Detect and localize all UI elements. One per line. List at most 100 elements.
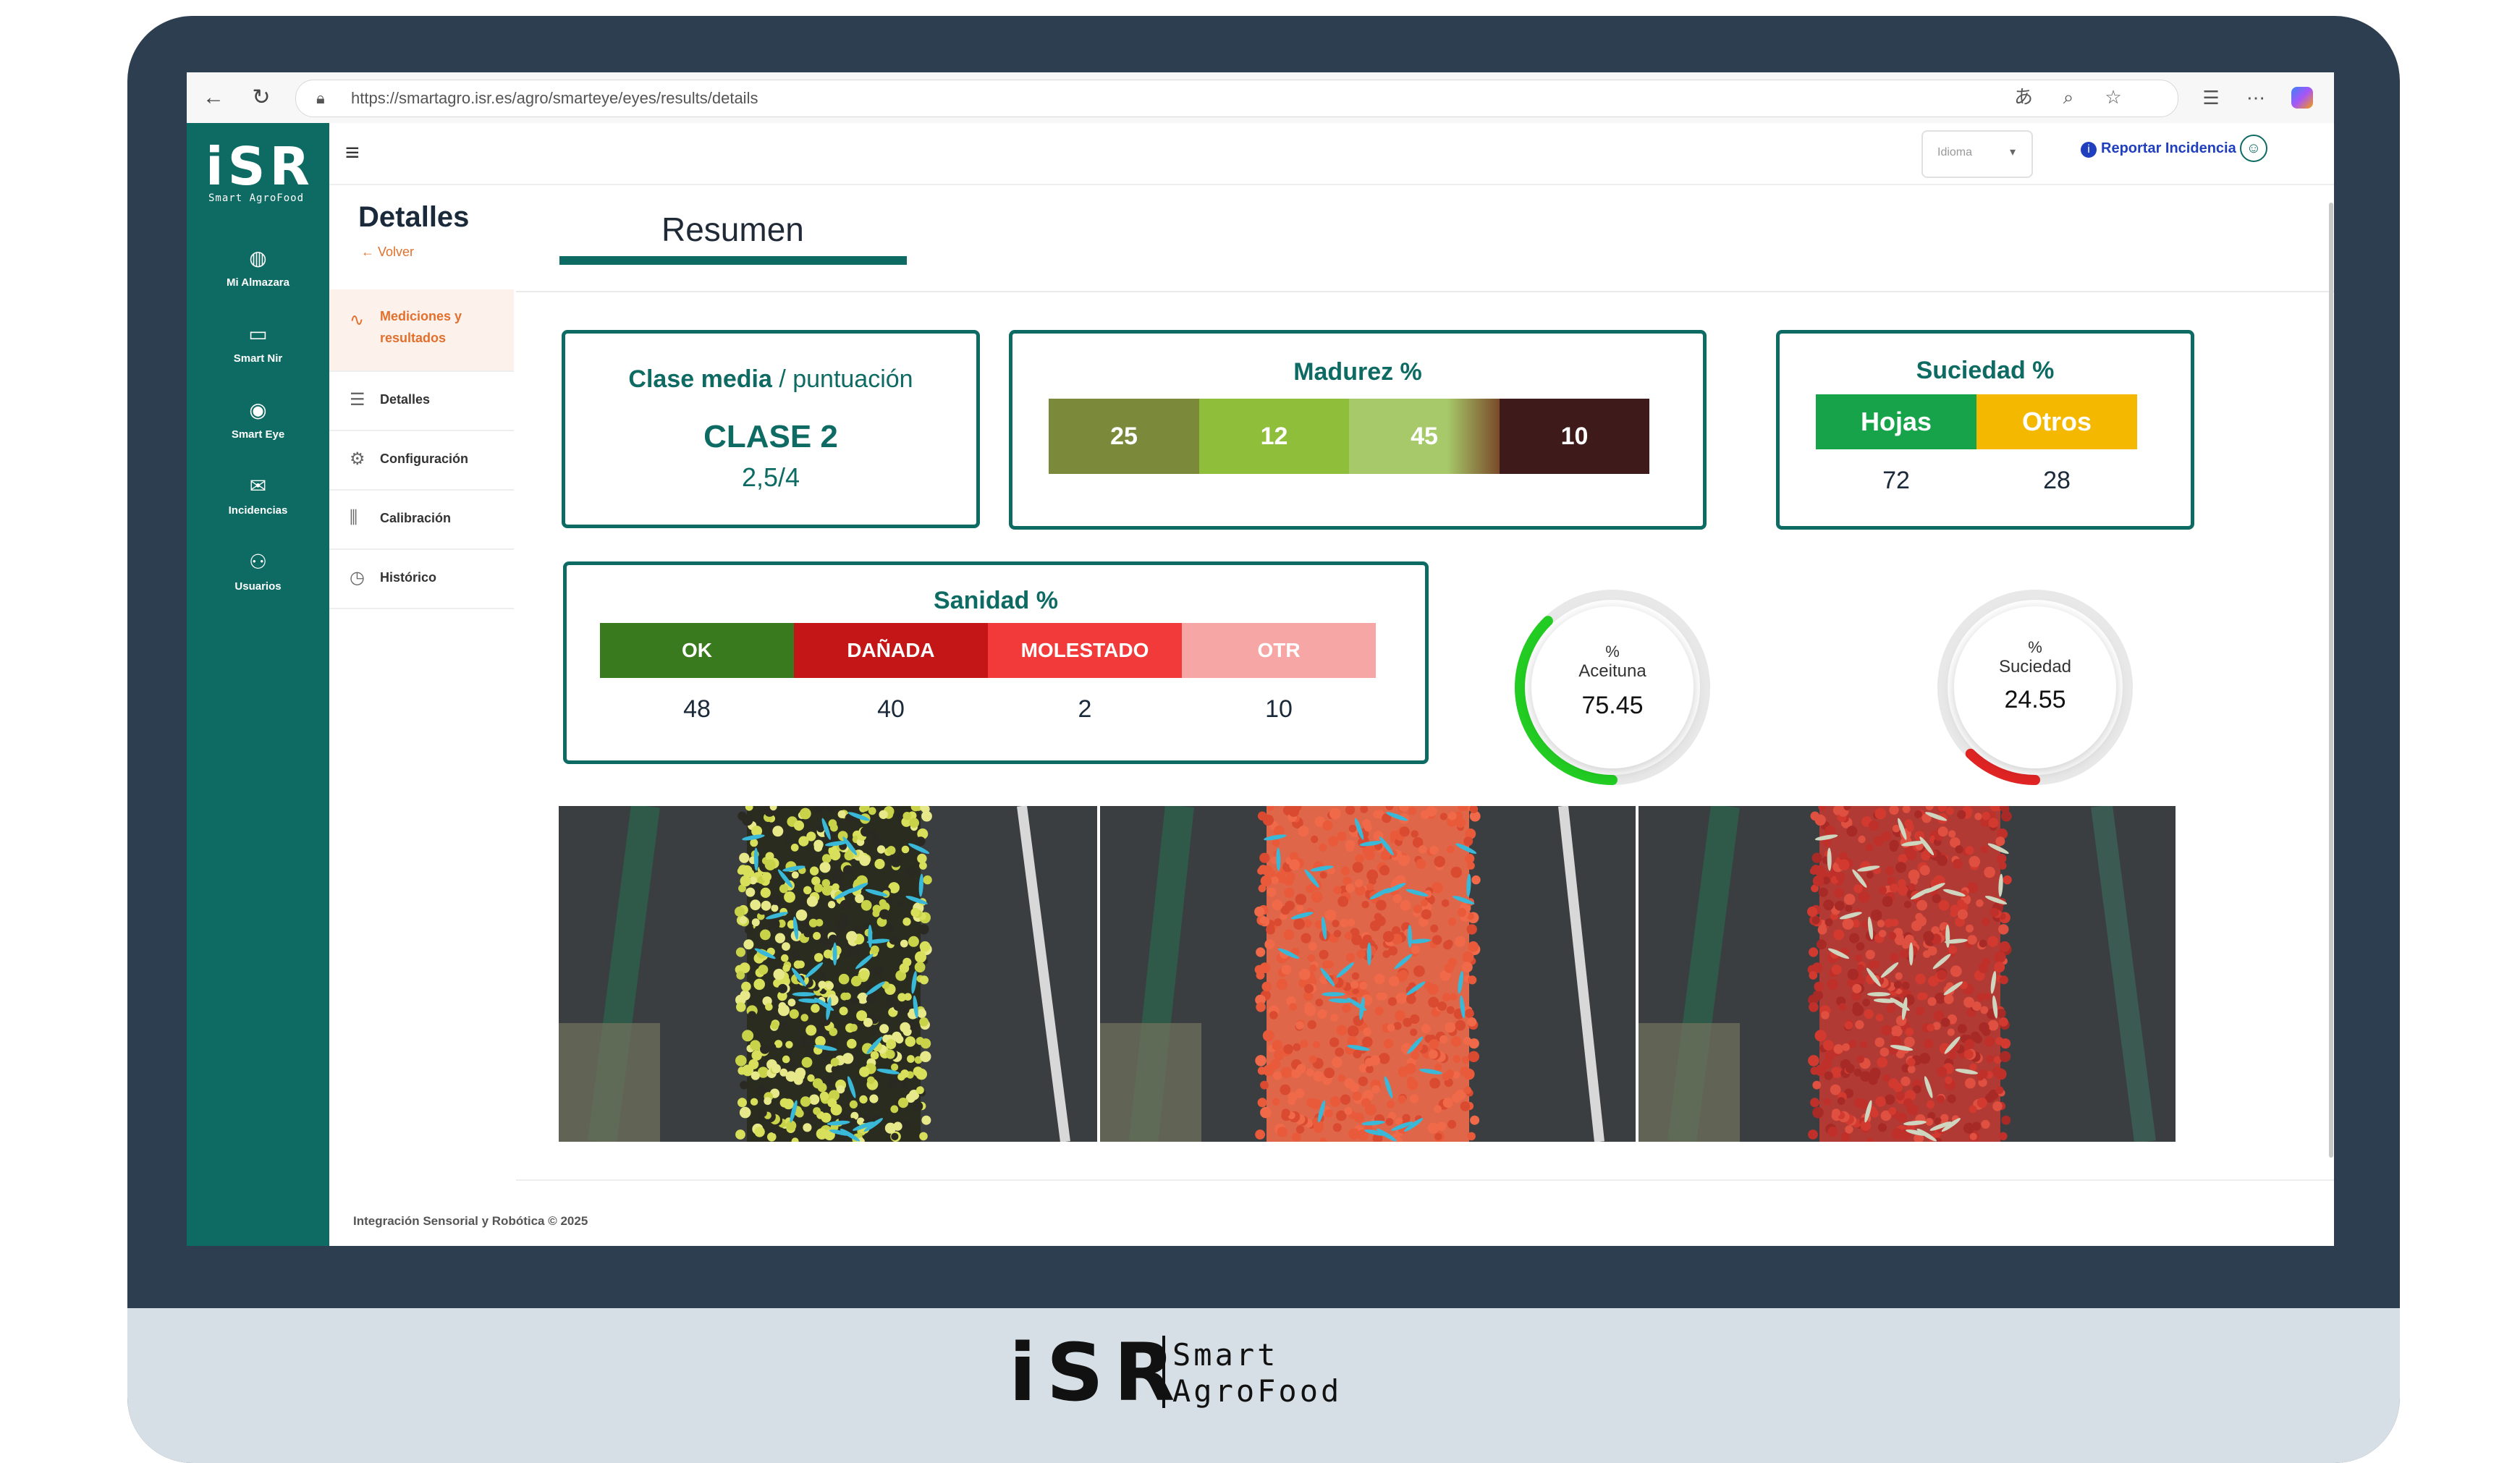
sidebar-item-label: Smart Eye — [231, 428, 285, 441]
camera-image-raw[interactable] — [1639, 806, 2176, 1142]
app-logo[interactable]: iSR — [206, 140, 314, 192]
suciedad-bar: Hojas Otros — [1816, 394, 2137, 449]
bezel-logo-line2: AgroFood — [1172, 1373, 1343, 1409]
gauge-aceituna-symbol: % — [1605, 643, 1620, 661]
read-aloud-icon[interactable]: あ — [2011, 85, 2036, 109]
gauge-suciedad-label: Suciedad — [1998, 657, 2072, 677]
chevron-down-icon: ▾ — [2010, 146, 2016, 158]
madurez-segment: 10 — [1500, 399, 1649, 474]
gauge-suciedad-value: 24.55 — [2004, 686, 2066, 713]
sidebar-item-mi-almazara[interactable]: ◍ Mi Almazara — [187, 246, 329, 318]
tab-resumen[interactable]: Resumen — [661, 210, 804, 249]
sidebar-item-incidencias[interactable]: ✉ Incidencias — [187, 474, 329, 546]
sanidad-title: Sanidad % — [934, 587, 1058, 614]
bezel-logo-line1: Smart — [1172, 1337, 1279, 1373]
conveyor-image — [559, 806, 1097, 1142]
active-tab-indicator — [559, 256, 907, 265]
report-incident-link[interactable]: Reportar Incidencia — [2101, 140, 2236, 157]
sanidad-label-ok: OK — [600, 623, 794, 678]
subnav-item-label: Detalles — [380, 392, 431, 407]
gauge-suciedad: % Suciedad 24.55 — [1919, 572, 2151, 803]
favorites-list-icon[interactable]: ☰ — [2199, 85, 2223, 110]
bezel-logo: iSR — [1009, 1326, 1185, 1419]
subnav-item-mediciones[interactable]: ∿ Mediciones y resultados — [329, 289, 514, 372]
subnav-item-label: Histórico — [380, 570, 437, 585]
pulse-icon: ∿ — [350, 310, 365, 330]
zoom-icon[interactable]: ⌕ — [2056, 85, 2081, 109]
footer-divider — [516, 1179, 2334, 1181]
bezel-logo-divider — [1162, 1336, 1165, 1408]
sanidad-value-molestado: 2 — [1078, 695, 1092, 723]
info-icon[interactable]: i — [2081, 142, 2097, 158]
clase-card: Clase media / puntuación CLASE 2 2,5/4 — [562, 330, 980, 528]
suciedad-label-otros: Otros — [1976, 394, 2137, 449]
madurez-bar: 25 12 45 10 — [1049, 399, 1649, 474]
subnav-item-label: Configuración — [380, 451, 468, 466]
user-account-icon[interactable]: ☺ — [2240, 135, 2267, 162]
arrow-left-icon: ← — [361, 245, 379, 259]
gauge-aceituna-label: Aceituna — [1578, 661, 1646, 681]
clase-title-rest: / puntuación — [771, 365, 913, 393]
page-scrollbar[interactable] — [2329, 203, 2333, 1158]
sanidad-label-otr: OTR — [1182, 623, 1376, 678]
sanidad-label-molestado: MOLESTADO — [988, 623, 1182, 678]
language-select[interactable]: Idioma ▾ — [1921, 130, 2033, 178]
address-bar[interactable]: 🔒︎ https://smartagro.isr.es/agro/smartey… — [295, 80, 2178, 117]
madurez-segment: 12 — [1199, 399, 1349, 474]
reload-icon[interactable]: ↻ — [249, 85, 274, 110]
clase-value: CLASE 2 — [703, 419, 838, 454]
sidebar-item-label: Mi Almazara — [227, 276, 289, 289]
app-logo-subtitle: Smart AgroFood — [208, 192, 305, 204]
subnav-item-label: Calibración — [380, 511, 452, 525]
sidebar-item-usuarios[interactable]: ⚇ Usuarios — [187, 550, 329, 622]
subnav-item-historico[interactable]: ◷ Histórico — [329, 548, 514, 609]
app-topbar: ≡ Idioma ▾ i Reportar Incidencia ☺ — [329, 123, 2334, 185]
madurez-card: Madurez % 25 12 45 10 — [1009, 330, 1707, 530]
more-menu-icon[interactable]: ⋯ — [2244, 85, 2268, 110]
subnav-item-calibracion[interactable]: ⫼ Calibración — [329, 489, 514, 550]
sanidad-value-danada: 40 — [877, 695, 905, 723]
sanidad-value-otr: 10 — [1265, 695, 1293, 723]
sidebar-item-label: Smart Nir — [233, 352, 283, 365]
sliders-icon: ⫼ — [350, 508, 358, 527]
footer-copyright: Integración Sensorial y Robótica © 2025 — [353, 1214, 588, 1228]
sanidad-label-danada: DAÑADA — [794, 623, 988, 678]
favorite-star-icon[interactable]: ☆ — [2101, 85, 2126, 109]
madurez-title: Madurez % — [1293, 358, 1422, 386]
sidebar-item-smart-nir[interactable]: ▭ Smart Nir — [187, 322, 329, 394]
suciedad-value-otros: 28 — [2043, 467, 2071, 494]
page-title: Detalles — [358, 201, 470, 233]
suciedad-value-hojas: 72 — [1882, 467, 1910, 494]
back-link[interactable]: ← Volver — [361, 245, 414, 260]
users-icon: ⚇ — [248, 551, 268, 573]
conveyor-image — [1100, 806, 1636, 1142]
suciedad-title: Suciedad % — [1916, 357, 2055, 384]
screen: ← ↻ 🔒︎ https://smartagro.isr.es/agro/sma… — [187, 72, 2334, 1246]
subnav-item-detalles[interactable]: ☰ Detalles — [329, 370, 514, 431]
gear-icon: ⚙ — [350, 449, 365, 469]
camera-image-classified-red[interactable] — [1100, 806, 1636, 1142]
sidebar: iSR Smart AgroFood ◍ Mi Almazara ▭ Smart… — [187, 123, 329, 1246]
madurez-segment: 45 — [1349, 399, 1500, 474]
menu-toggle-icon[interactable]: ≡ — [345, 139, 360, 167]
section-nav: Detalles ← Volver ∿ Mediciones y resulta… — [329, 184, 514, 1246]
copilot-icon[interactable] — [2291, 87, 2313, 109]
subnav-item-label: Mediciones y resultados — [380, 309, 462, 345]
back-arrow-icon[interactable]: ← — [201, 85, 226, 110]
gauge-aceituna: % Aceituna 75.45 — [1497, 572, 1728, 803]
madurez-segment: 25 — [1049, 399, 1199, 474]
sanidad-value-ok: 48 — [683, 695, 711, 723]
gauge-aceituna-value: 75.45 — [1581, 692, 1644, 719]
camera-image-classified-yellow[interactable] — [559, 806, 1097, 1142]
suciedad-card: Suciedad % Hojas Otros 72 28 — [1776, 330, 2194, 530]
lock-icon[interactable]: 🔒︎ — [316, 89, 325, 108]
sidebar-item-smart-eye[interactable]: ◉ Smart Eye — [187, 398, 329, 470]
url-text[interactable]: https://smartagro.isr.es/agro/smarteye/e… — [351, 89, 758, 108]
clase-score: 2,5/4 — [741, 462, 800, 492]
scanner-icon: ▭ — [248, 323, 268, 345]
clase-title-bold: Clase media — [628, 365, 772, 393]
eye-device-icon: ◉ — [249, 399, 267, 421]
clase-card-title: Clase media / puntuación — [565, 365, 976, 394]
subnav-item-configuracion[interactable]: ⚙ Configuración — [329, 430, 514, 491]
suciedad-label-hojas: Hojas — [1816, 394, 1976, 449]
